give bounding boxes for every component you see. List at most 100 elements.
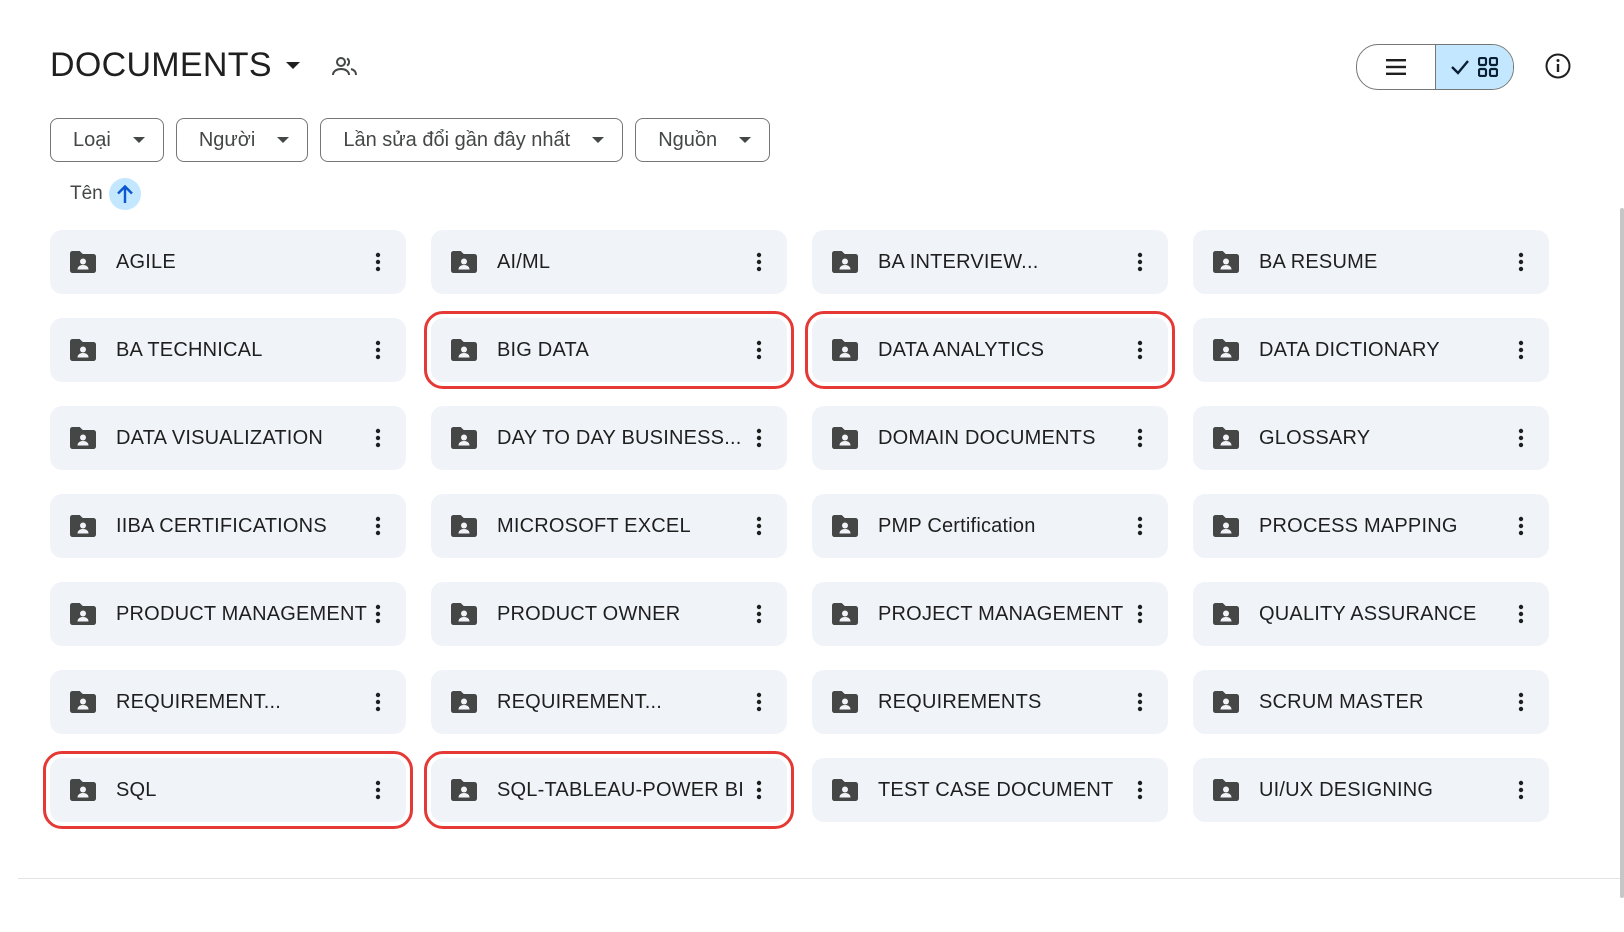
shared-folder-icon xyxy=(830,602,860,626)
folder-card[interactable]: BA INTERVIEW... xyxy=(812,230,1168,294)
caret-down-icon xyxy=(739,137,752,143)
more-vert-icon[interactable] xyxy=(1511,250,1531,274)
more-vert-icon[interactable] xyxy=(1130,338,1150,362)
folder-card[interactable]: BA RESUME xyxy=(1193,230,1549,294)
folder-card[interactable]: REQUIREMENT... xyxy=(431,670,787,734)
more-vert-icon[interactable] xyxy=(749,602,769,626)
folder-card[interactable]: REQUIREMENT... xyxy=(50,670,406,734)
folder-card[interactable]: BIG DATA xyxy=(424,311,794,389)
more-vert-icon[interactable] xyxy=(368,690,388,714)
more-vert-icon[interactable] xyxy=(1511,602,1531,626)
more-vert-icon[interactable] xyxy=(749,690,769,714)
shared-folder-icon xyxy=(68,690,98,714)
more-vert-icon[interactable] xyxy=(368,426,388,450)
shared-folder-icon xyxy=(1211,514,1241,538)
folder-name: QUALITY ASSURANCE xyxy=(1259,602,1477,625)
more-vert-icon[interactable] xyxy=(368,602,388,626)
folder-card[interactable]: SQL xyxy=(43,751,413,829)
more-vert-icon[interactable] xyxy=(1511,338,1531,362)
more-vert-icon[interactable] xyxy=(368,250,388,274)
more-vert-icon[interactable] xyxy=(1130,602,1150,626)
shared-folder-icon xyxy=(830,690,860,714)
more-vert-icon[interactable] xyxy=(1130,426,1150,450)
grid-view-button[interactable] xyxy=(1435,45,1513,89)
folder-card[interactable]: SQL-TABLEAU-POWER BI xyxy=(424,751,794,829)
shared-folder-icon xyxy=(68,426,98,450)
sort-label[interactable]: Tên xyxy=(70,183,103,205)
folder-name: AGILE xyxy=(116,250,176,273)
folder-name: SQL-TABLEAU-POWER BI xyxy=(497,778,745,801)
caret-down-icon[interactable] xyxy=(285,62,300,69)
folder-card[interactable]: DAY TO DAY BUSINESS... xyxy=(431,406,787,470)
more-vert-icon[interactable] xyxy=(1130,514,1150,538)
scrollbar[interactable] xyxy=(1620,208,1624,898)
folder-card[interactable]: PRODUCT OWNER xyxy=(431,582,787,646)
shared-folder-icon xyxy=(449,426,479,450)
more-vert-icon[interactable] xyxy=(1511,778,1531,802)
more-vert-icon[interactable] xyxy=(749,514,769,538)
folder-card[interactable]: AGILE xyxy=(50,230,406,294)
folder-card[interactable]: PMP Certification xyxy=(812,494,1168,558)
folder-card[interactable]: AI/ML xyxy=(431,230,787,294)
more-vert-icon[interactable] xyxy=(368,778,388,802)
folder-card[interactable]: TEST CASE DOCUMENT xyxy=(812,758,1168,822)
folder-card[interactable]: QUALITY ASSURANCE xyxy=(1193,582,1549,646)
more-vert-icon[interactable] xyxy=(1511,514,1531,538)
folder-card[interactable]: MICROSOFT EXCEL xyxy=(431,494,787,558)
folder-name: REQUIREMENT... xyxy=(116,690,282,713)
shared-folder-icon xyxy=(1211,602,1241,626)
folder-name: DATA ANALYTICS xyxy=(878,338,1045,361)
folder-card[interactable]: DATA VISUALIZATION xyxy=(50,406,406,470)
page-title[interactable]: DOCUMENTS xyxy=(50,46,272,85)
more-vert-icon[interactable] xyxy=(749,338,769,362)
folder-name: PROJECT MANAGEMENT xyxy=(878,602,1124,625)
folder-grid: AGILE AI/ML BA INTERVIEW... BA RESUME BA… xyxy=(43,230,1550,829)
folder-name: MICROSOFT EXCEL xyxy=(497,514,691,537)
folder-card[interactable]: DOMAIN DOCUMENTS xyxy=(812,406,1168,470)
sort-direction-button[interactable] xyxy=(108,178,141,210)
check-icon xyxy=(1451,60,1470,75)
folder-card[interactable]: PROJECT MANAGEMENT xyxy=(812,582,1168,646)
folder-card[interactable]: PRODUCT MANAGEMENT xyxy=(50,582,406,646)
filter-label: Loại xyxy=(73,128,111,151)
folder-card[interactable]: REQUIREMENTS xyxy=(812,670,1168,734)
more-vert-icon[interactable] xyxy=(1130,250,1150,274)
filter-modified-chip[interactable]: Lần sửa đổi gần đây nhất xyxy=(320,118,624,162)
people-icon[interactable] xyxy=(331,55,358,77)
info-button[interactable] xyxy=(1544,52,1572,85)
folder-name: DATA DICTIONARY xyxy=(1259,338,1440,361)
more-vert-icon[interactable] xyxy=(1130,690,1150,714)
filter-people-chip[interactable]: Người xyxy=(175,118,309,162)
more-vert-icon[interactable] xyxy=(1511,426,1531,450)
shared-folder-icon xyxy=(830,426,860,450)
folder-name: DATA VISUALIZATION xyxy=(116,426,323,449)
folder-card[interactable]: DATA ANALYTICS xyxy=(805,311,1175,389)
folder-card[interactable]: UI/UX DESIGNING xyxy=(1193,758,1549,822)
shared-folder-icon xyxy=(830,778,860,802)
more-vert-icon[interactable] xyxy=(368,338,388,362)
folder-card[interactable]: PROCESS MAPPING xyxy=(1193,494,1549,558)
folder-name: PMP Certification xyxy=(878,514,1036,537)
folder-card[interactable]: DATA DICTIONARY xyxy=(1193,318,1549,382)
filter-source-chip[interactable]: Nguồn xyxy=(635,118,771,162)
list-view-button[interactable] xyxy=(1357,45,1436,89)
more-vert-icon[interactable] xyxy=(1130,778,1150,802)
folder-card[interactable]: IIBA CERTIFICATIONS xyxy=(50,494,406,558)
filter-type-chip[interactable]: Loại xyxy=(50,118,164,162)
shared-folder-icon xyxy=(68,250,98,274)
shared-folder-icon xyxy=(68,338,98,362)
more-vert-icon[interactable] xyxy=(1511,690,1531,714)
folder-card[interactable]: GLOSSARY xyxy=(1193,406,1549,470)
folder-card[interactable]: BA TECHNICAL xyxy=(50,318,406,382)
more-vert-icon[interactable] xyxy=(368,514,388,538)
folder-name: PROCESS MAPPING xyxy=(1259,514,1458,537)
shared-folder-icon xyxy=(1211,426,1241,450)
folder-name: DAY TO DAY BUSINESS... xyxy=(497,426,742,449)
shared-folder-icon xyxy=(1211,778,1241,802)
more-vert-icon[interactable] xyxy=(749,778,769,802)
more-vert-icon[interactable] xyxy=(749,250,769,274)
shared-folder-icon xyxy=(68,602,98,626)
more-vert-icon[interactable] xyxy=(749,426,769,450)
folder-card[interactable]: SCRUM MASTER xyxy=(1193,670,1549,734)
caret-down-icon xyxy=(592,137,605,143)
